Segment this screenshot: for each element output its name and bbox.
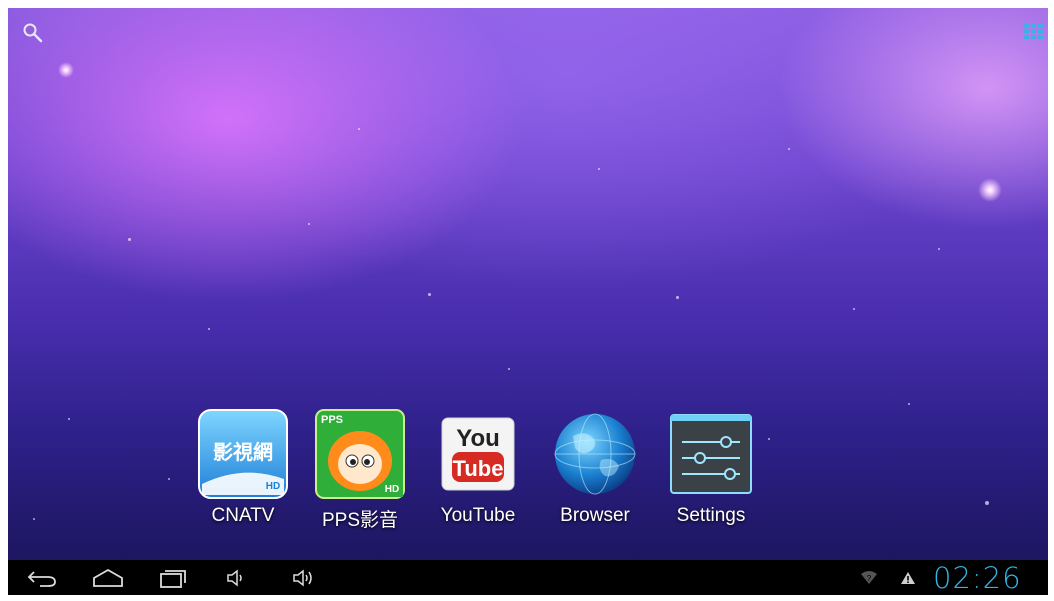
star [308,223,310,225]
system-navigation-bar: ? 02:26 [8,560,1048,595]
star [358,128,360,130]
svg-text:You: You [456,425,500,452]
star [428,293,431,296]
status-clock[interactable]: 02:26 [933,561,1022,595]
svg-text:Tube: Tube [453,456,504,481]
star [908,403,910,405]
star [938,248,940,250]
wifi-unknown-icon: ? [858,560,880,595]
star [985,501,989,505]
star [168,478,170,480]
svg-text:PPS: PPS [321,414,343,426]
star [598,168,600,170]
pps-icon: PPS HD [314,408,406,500]
app-label: CNATV [211,505,275,526]
star [68,418,70,420]
app-browser[interactable]: Browser [540,408,650,527]
app-cnatv[interactable]: 影視網 HD CNATV [188,408,298,527]
youtube-icon: You Tube [432,408,524,500]
app-label: Settings [676,505,746,526]
settings-sliders-icon [665,408,757,500]
app-pps[interactable]: PPS HD PPS影音 [305,408,415,532]
volume-down-icon[interactable] [221,560,251,595]
star [788,148,790,150]
browser-globe-icon [549,408,641,500]
all-apps-grid-icon[interactable] [1024,23,1044,41]
svg-text:影視網: 影視網 [213,440,273,464]
android-home-screen: 影視網 HD CNATV PPS HD PPS影音 You Tube YouTu… [8,8,1048,595]
star [208,328,210,330]
app-label: Browser [560,505,630,526]
recent-apps-icon[interactable] [153,560,193,595]
star-flare-left [58,62,74,78]
volume-up-icon[interactable] [288,560,322,595]
star [768,438,770,440]
app-settings[interactable]: Settings [656,408,766,527]
svg-text:HD: HD [385,484,399,495]
cnatv-icon: 影視網 HD [197,408,289,500]
star [676,296,679,299]
app-label: YouTube [440,505,516,526]
svg-text:HD: HD [266,481,280,492]
app-youtube[interactable]: You Tube YouTube [423,408,533,527]
search-icon[interactable] [22,22,44,44]
app-label: PPS影音 [321,510,399,531]
svg-text:?: ? [867,574,872,583]
star [128,238,131,241]
star [33,518,35,520]
warning-icon [898,560,918,595]
home-icon[interactable] [88,560,128,595]
star [853,308,855,310]
back-icon[interactable] [22,560,62,595]
star-flare-right [978,178,1002,202]
star [508,368,510,370]
